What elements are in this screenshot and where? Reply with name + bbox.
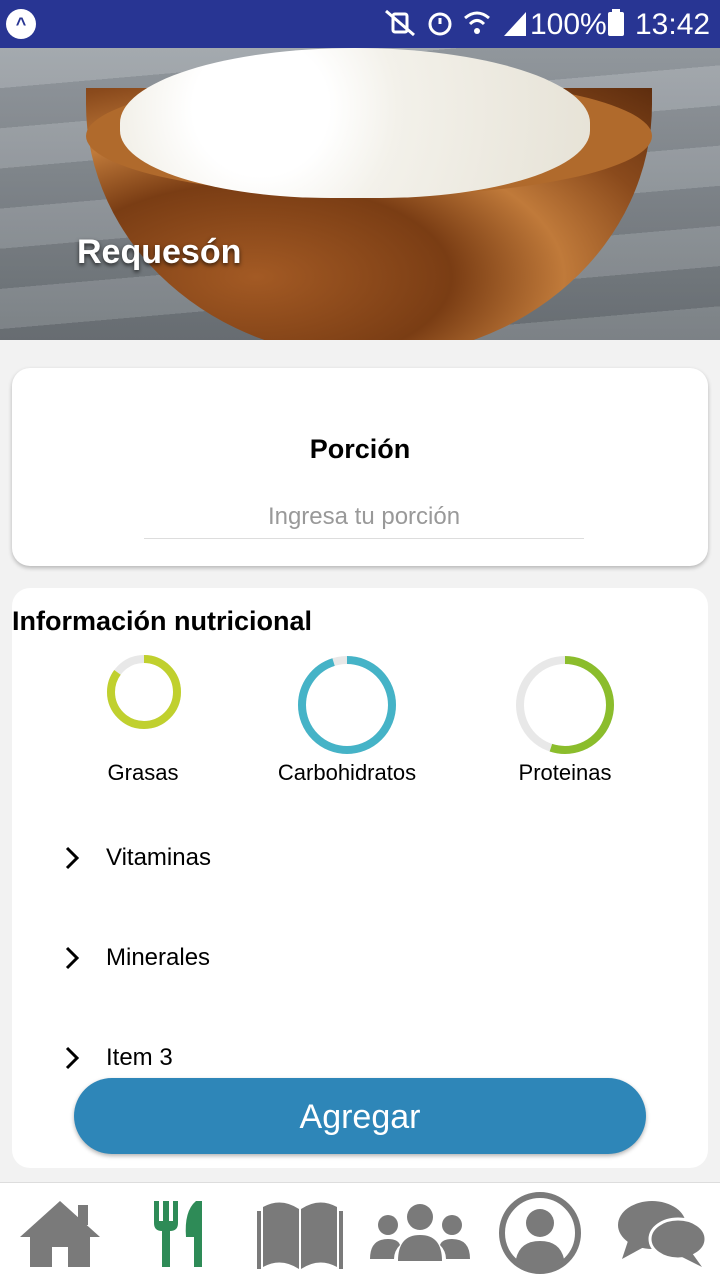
profile-icon	[499, 1192, 581, 1274]
add-button[interactable]: Agregar	[74, 1078, 646, 1154]
portion-label: Porción	[309, 434, 411, 464]
nav-book[interactable]	[250, 1191, 350, 1275]
status-bar: ^ 100% 13:42	[0, 0, 720, 48]
users-icon	[370, 1204, 470, 1261]
chat-icon	[618, 1201, 708, 1267]
wifi-icon	[464, 11, 490, 34]
home-icon	[20, 1201, 100, 1267]
battery-icon	[608, 9, 624, 36]
vibrate-mute-icon	[385, 9, 415, 37]
app-notification-icon: ^	[6, 9, 36, 39]
food-hero-image: Requesón	[0, 48, 720, 340]
expand-row-label: Vitaminas	[106, 844, 211, 871]
status-icons	[382, 8, 530, 38]
expand-row-label: Minerales	[106, 944, 211, 971]
portion-input[interactable]	[144, 496, 584, 539]
chevron-right-icon	[65, 946, 80, 970]
nav-food[interactable]	[130, 1191, 230, 1275]
expand-row-vitamins[interactable]: Vitaminas	[60, 838, 211, 878]
signal-icon	[504, 12, 526, 36]
alarm-icon	[428, 12, 452, 36]
fat-ring	[107, 655, 181, 729]
expand-row-label: Item 3	[106, 1044, 173, 1071]
utensils-icon	[154, 1201, 202, 1267]
expand-row-minerals[interactable]: Minerales	[60, 938, 210, 978]
nav-chat[interactable]	[612, 1191, 712, 1275]
carbs-ring	[298, 656, 396, 754]
nutrition-heading: Información nutricional	[12, 606, 313, 636]
protein-ring	[516, 656, 614, 754]
nav-community[interactable]	[370, 1191, 470, 1275]
battery-percent: 100%	[530, 8, 607, 41]
cheese-graphic	[120, 48, 590, 198]
book-icon	[257, 1202, 343, 1269]
nav-profile[interactable]	[490, 1191, 590, 1275]
bottom-nav	[0, 1182, 720, 1281]
chevron-right-icon	[65, 846, 80, 870]
nav-home[interactable]	[10, 1191, 110, 1275]
expand-row-item3[interactable]: Item 3	[60, 1038, 173, 1078]
portion-card: Porción	[12, 368, 708, 566]
protein-label: Proteinas	[518, 760, 612, 785]
carbs-label: Carbohidratos	[277, 760, 417, 785]
fat-label: Grasas	[107, 760, 179, 785]
chevron-right-icon	[65, 1046, 80, 1070]
clock: 13:42	[635, 8, 711, 41]
food-title: Requesón	[77, 233, 242, 271]
